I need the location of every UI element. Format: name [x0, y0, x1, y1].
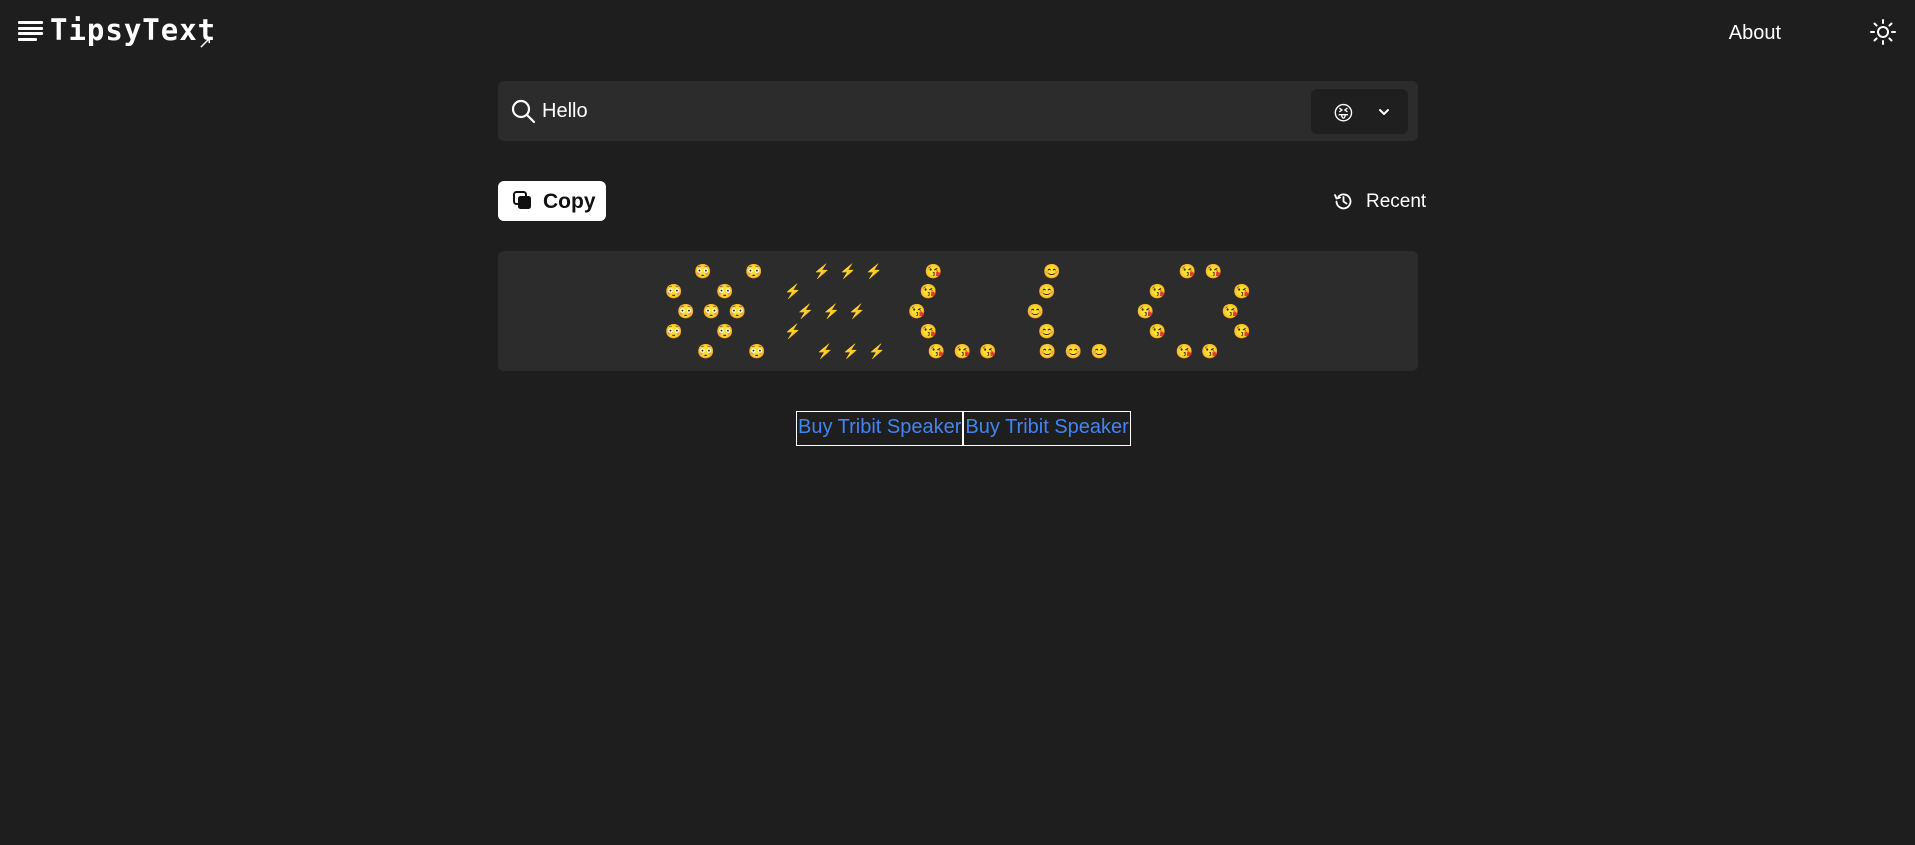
search-icon — [511, 99, 536, 124]
menu-icon[interactable] — [18, 21, 43, 41]
search-bar: 😝 — [498, 81, 1418, 141]
copy-button[interactable]: Copy — [498, 181, 606, 221]
emoji-art-text: 😳 😳 ⚡️ ⚡️ ⚡️ 😘 😊 😘 😘 😳 😳 ⚡️ 😘 😊 😘 😘 😳 😳 … — [665, 264, 1251, 360]
emoji-select[interactable]: 😝 — [1311, 89, 1408, 134]
sun-icon[interactable] — [1870, 19, 1896, 45]
ad-link[interactable]: Buy Tribit Speaker — [796, 411, 964, 446]
external-arrow-icon: ↗ — [198, 33, 213, 52]
about-link[interactable]: About — [1729, 22, 1781, 45]
logo[interactable]: TipsyText — [50, 13, 216, 47]
copy-label: Copy — [543, 190, 596, 213]
recent-label: Recent — [1366, 191, 1427, 212]
ad-link[interactable]: Buy Tribit Speaker — [963, 411, 1131, 446]
history-icon — [1334, 193, 1352, 210]
chevron-down-icon — [1379, 109, 1389, 115]
copy-icon — [513, 191, 531, 209]
ad-links: Buy Tribit Speaker Buy Tribit Speaker — [796, 411, 1131, 446]
selected-emoji: 😝 — [1333, 103, 1354, 125]
recent-button[interactable]: Recent — [1333, 190, 1426, 216]
header: TipsyText ↗ About — [0, 0, 1915, 66]
search-input[interactable] — [542, 95, 1302, 127]
emoji-art-output: 😳 😳 ⚡️ ⚡️ ⚡️ 😘 😊 😘 😘 😳 😳 ⚡️ 😘 😊 😘 😘 😳 😳 … — [498, 251, 1418, 371]
